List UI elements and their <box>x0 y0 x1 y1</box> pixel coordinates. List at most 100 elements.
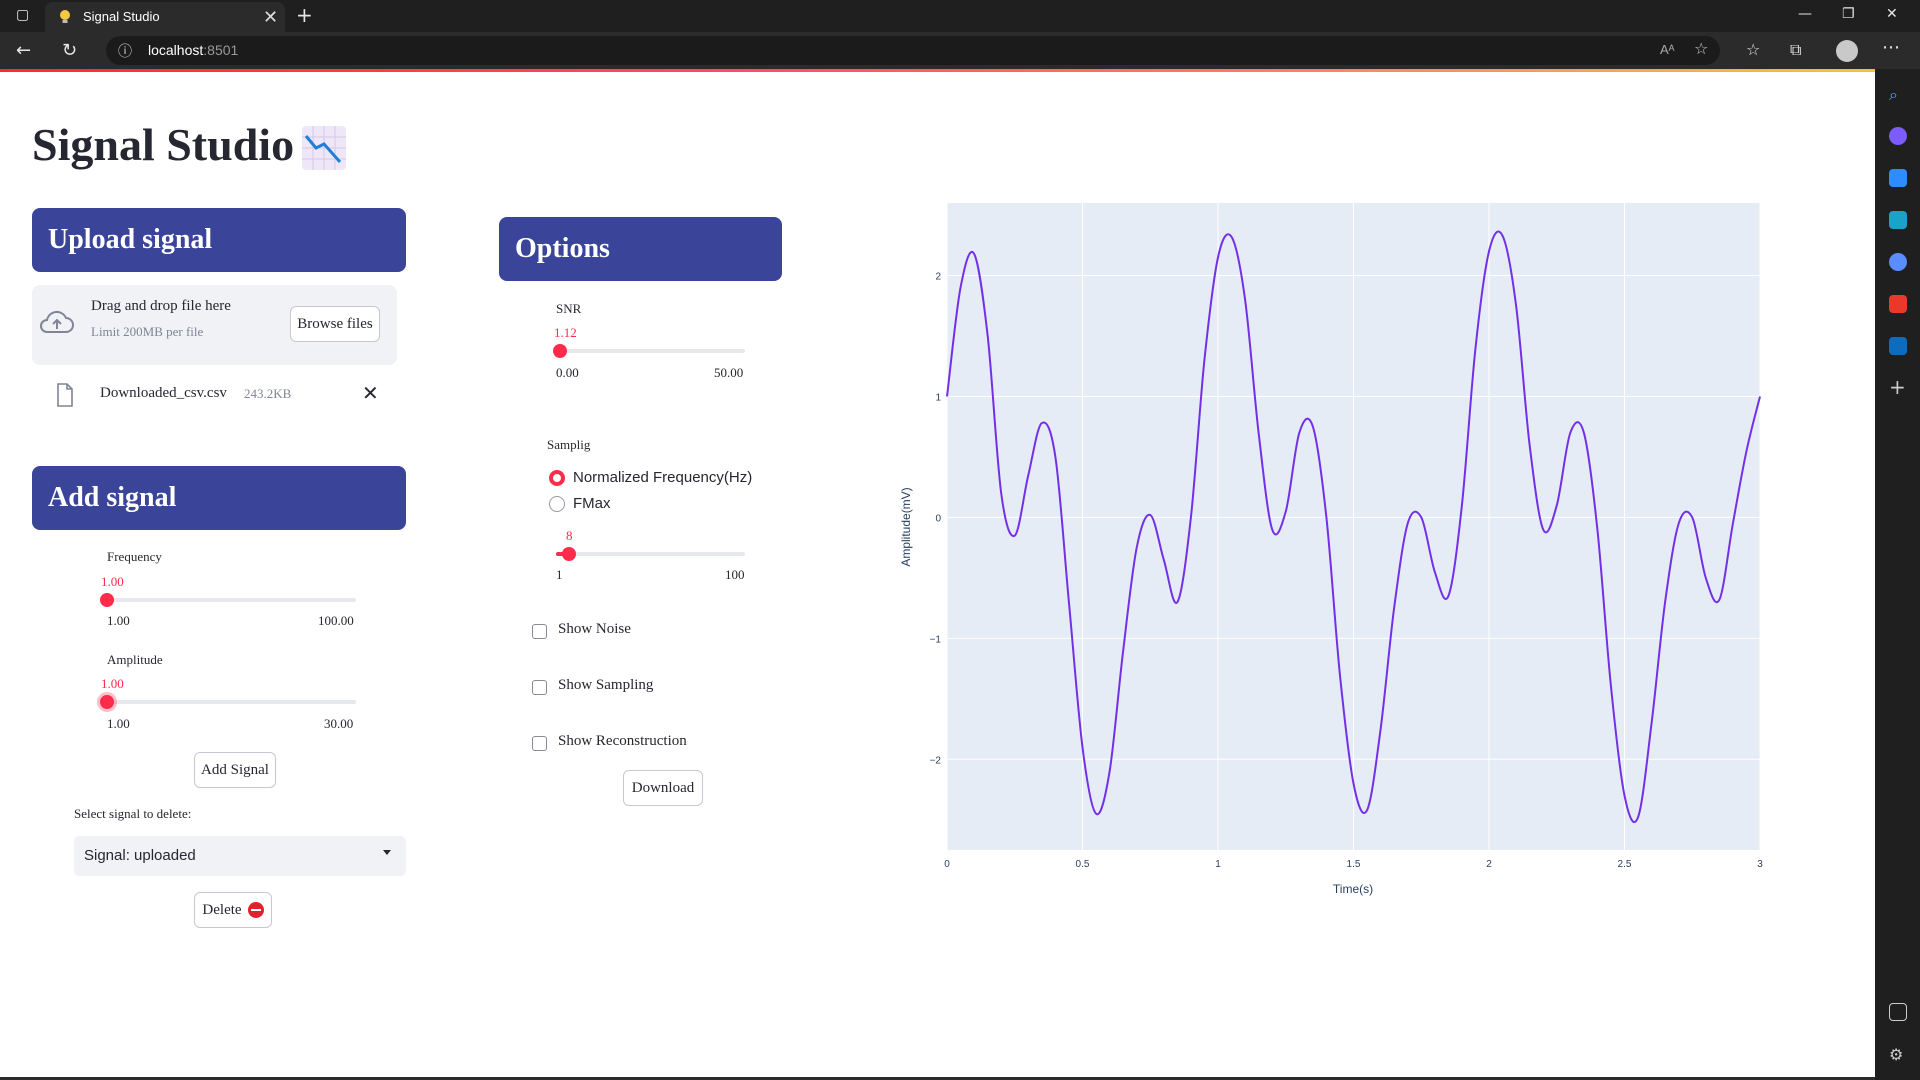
options-header: Options <box>499 217 782 281</box>
snr-min: 0.00 <box>556 365 579 380</box>
snr-value: 1.12 <box>554 325 577 340</box>
collections-icon[interactable]: ⧉ <box>1790 40 1801 60</box>
page-title: Signal Studio <box>32 119 295 170</box>
radio-fmax-label: FMax <box>573 495 611 512</box>
new-tab-icon[interactable]: + <box>296 3 313 27</box>
copilot-icon[interactable] <box>1889 127 1907 145</box>
profile-avatar[interactable] <box>1836 40 1858 62</box>
add-signal-button[interactable]: Add Signal <box>194 752 276 788</box>
uploaded-file-row: Downloaded_csv.csv 243.2KB ✕ <box>32 375 397 415</box>
dropzone-limit: Limit 200MB per file <box>91 324 204 339</box>
snr-label: SNR <box>556 301 582 316</box>
show-reconstruction-checkbox[interactable] <box>532 736 547 751</box>
y-tick-label: 1 <box>935 392 941 403</box>
uploaded-file-name: Downloaded_csv.csv <box>100 385 227 401</box>
add-sidebar-app-icon[interactable]: + <box>1889 375 1907 399</box>
add-favorite-icon[interactable]: ☆ <box>1694 39 1708 58</box>
games-icon[interactable] <box>1889 253 1907 271</box>
snr-slider-thumb[interactable] <box>553 344 568 358</box>
file-dropzone[interactable]: Drag and drop file here Limit 200MB per … <box>32 285 397 365</box>
amplitude-min: 1.00 <box>107 716 130 731</box>
minimize-icon[interactable]: — <box>1798 6 1812 22</box>
search-icon[interactable]: ⌕ <box>1889 85 1907 104</box>
shopping-tag-icon[interactable] <box>1889 169 1907 187</box>
download-button[interactable]: Download <box>623 770 703 806</box>
refresh-icon[interactable]: ↻ <box>62 40 77 61</box>
no-entry-icon <box>247 902 264 918</box>
y-axis-label: Amplitude(mV) <box>899 487 913 566</box>
url-field[interactable]: ⓘ localhost:8501 Aᴬ ☆ <box>106 36 1720 65</box>
show-sampling-label: Show Sampling <box>558 677 654 693</box>
signal-chart[interactable]: 0 0.5 1 1.5 2 2.5 3 2 1 0 −1 −2 Time(s) Amplitude(m… <box>895 195 1770 905</box>
browse-files-button[interactable]: Browse files <box>290 306 380 342</box>
show-reconstruction-label: Show Reconstruction <box>558 733 687 749</box>
dropzone-instructions: Drag and drop file here <box>91 298 231 314</box>
address-bar: ← ↻ ⓘ localhost:8501 Aᴬ ☆ ☆ ⧉ ⋯ <box>0 32 1920 69</box>
show-sampling-checkbox[interactable] <box>532 680 547 695</box>
restore-icon[interactable]: ❐ <box>1842 6 1855 22</box>
settings-gear-icon[interactable]: ⚙ <box>1889 1045 1907 1064</box>
x-tick-label: 0.5 <box>1076 859 1090 870</box>
show-noise-checkbox[interactable] <box>532 624 547 639</box>
sampling-label: Samplig <box>547 437 591 452</box>
frequency-slider-thumb[interactable] <box>100 593 114 607</box>
delete-button-label: Delete <box>202 901 242 918</box>
tab-actions-icon[interactable]: ▢ <box>16 7 29 23</box>
delete-select-label: Select signal to delete: <box>74 806 192 821</box>
sampling-slider[interactable] <box>556 547 745 561</box>
sampling-value: 8 <box>566 528 573 543</box>
file-icon <box>57 383 73 407</box>
x-tick-label: 2.5 <box>1618 859 1632 870</box>
outlook-icon[interactable] <box>1889 337 1907 355</box>
snr-max: 50.00 <box>714 365 744 380</box>
app-decoration-bar <box>0 69 1875 72</box>
cloud-upload-icon <box>40 310 74 333</box>
snr-slider[interactable] <box>553 344 745 358</box>
x-tick-label: 1.5 <box>1347 859 1361 870</box>
tab-title: Signal Studio <box>83 9 160 24</box>
lightbulb-icon <box>60 10 70 23</box>
sampling-min: 1 <box>556 567 563 582</box>
hide-sidebar-icon[interactable] <box>1889 1003 1907 1021</box>
chart-decreasing-icon <box>302 126 346 170</box>
radio-fmax[interactable] <box>549 496 565 512</box>
chevron-down-icon <box>383 850 391 855</box>
amplitude-slider-thumb[interactable] <box>100 695 114 709</box>
amplitude-value: 1.00 <box>101 676 124 691</box>
y-tick-label: −2 <box>930 755 942 766</box>
url-text: localhost:8501 <box>148 42 239 58</box>
frequency-min: 1.00 <box>107 613 130 628</box>
frequency-value: 1.00 <box>101 574 124 589</box>
frequency-max: 100.00 <box>318 613 354 628</box>
upload-signal-header: Upload signal <box>32 208 406 272</box>
x-axis-label: Time(s) <box>1333 882 1373 896</box>
x-tick-label: 1 <box>1215 859 1221 870</box>
browser-titlebar: ▢ Signal Studio ✕ + — ❐ ✕ <box>0 0 1920 32</box>
remove-file-icon[interactable]: ✕ <box>362 381 379 405</box>
sampling-max: 100 <box>725 567 745 582</box>
x-tick-label: 3 <box>1757 859 1763 870</box>
browser-tab[interactable]: Signal Studio ✕ <box>45 2 285 32</box>
office-icon[interactable] <box>1889 295 1907 313</box>
back-icon[interactable]: ← <box>16 40 31 61</box>
edge-sidebar: ⌕ + ⚙ <box>1875 69 1920 1080</box>
sampling-slider-thumb[interactable] <box>562 547 577 561</box>
signal-select[interactable]: Signal: uploaded <box>74 836 406 876</box>
amplitude-slider[interactable] <box>100 695 356 709</box>
info-icon[interactable]: ⓘ <box>118 41 132 61</box>
favorites-icon[interactable]: ☆ <box>1746 40 1760 59</box>
close-window-icon[interactable]: ✕ <box>1886 6 1898 22</box>
tab-close-icon[interactable]: ✕ <box>263 7 278 28</box>
show-noise-label: Show Noise <box>558 621 631 637</box>
signal-select-value: Signal: uploaded <box>84 847 196 864</box>
tools-icon[interactable] <box>1889 211 1907 229</box>
add-signal-header: Add signal <box>32 466 406 530</box>
frequency-label: Frequency <box>107 549 162 564</box>
frequency-slider[interactable] <box>100 593 356 607</box>
read-aloud-icon[interactable]: Aᴬ <box>1660 42 1675 57</box>
y-tick-label: 2 <box>935 272 941 283</box>
amplitude-label: Amplitude <box>107 652 163 667</box>
radio-normalized-frequency[interactable] <box>549 470 565 486</box>
more-menu-icon[interactable]: ⋯ <box>1882 37 1900 58</box>
delete-button[interactable]: Delete <box>194 892 272 928</box>
